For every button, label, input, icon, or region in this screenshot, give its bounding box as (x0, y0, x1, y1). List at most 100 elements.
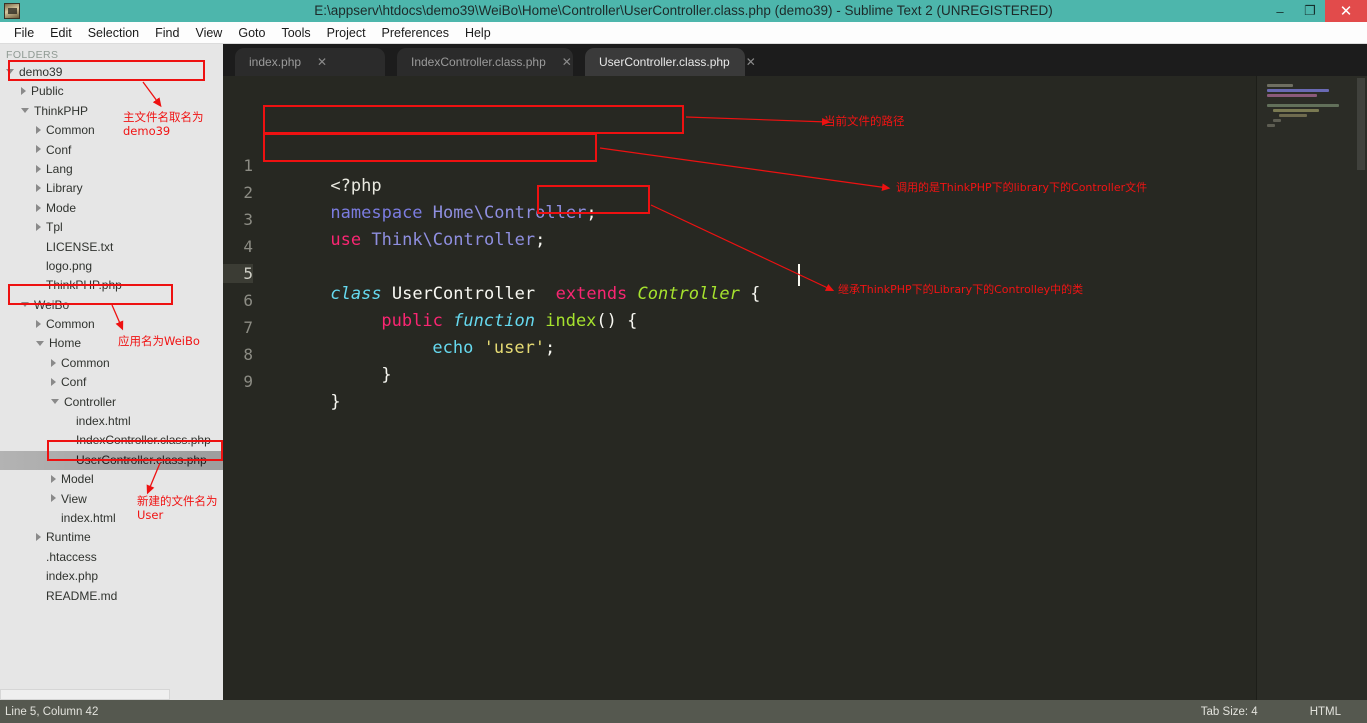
tree-item-label: demo39 (19, 65, 63, 79)
chevron-down-icon[interactable] (21, 302, 29, 308)
status-bar: Line 5, Column 42 Tab Size: 4 HTML (0, 700, 1367, 723)
tab-close-icon[interactable]: ✕ (317, 55, 327, 69)
chevron-down-icon[interactable] (51, 398, 59, 404)
tree-item-label: Common (61, 355, 110, 370)
line-number-4: 4 (243, 237, 253, 256)
tab-label: index.php (249, 55, 302, 69)
menu-file[interactable]: File (6, 24, 42, 42)
tree-item-label: Common (46, 317, 95, 332)
chevron-right-icon[interactable] (36, 319, 41, 328)
chevron-right-icon[interactable] (36, 203, 41, 212)
chevron-down-icon[interactable] (36, 340, 44, 346)
tree-item-runtime[interactable]: Runtime (0, 528, 223, 547)
tree-item-mode[interactable]: Mode (0, 199, 223, 218)
chevron-down-icon[interactable] (21, 108, 29, 114)
sidebar: FOLDERS demo39 Public ThinkPHP Common Conf La… (0, 44, 224, 700)
method-parens: () (596, 311, 617, 331)
chevron-right-icon[interactable] (51, 494, 56, 503)
tree-item-index-php[interactable]: index.php (0, 567, 223, 586)
tree-item-conf[interactable]: Conf (0, 373, 223, 392)
chevron-right-icon[interactable] (36, 126, 41, 134)
chevron-right-icon[interactable] (51, 378, 56, 387)
annotation-new-file-name: 新建的文件名为 User (137, 494, 218, 522)
tree-item-license-txt[interactable]: LICENSE.txt (0, 238, 223, 257)
line-number-1: 1 (243, 156, 253, 175)
tree-item-readme-md[interactable]: README.md (0, 587, 223, 606)
tab-IndexController-class-php[interactable]: IndexController.class.php ✕ (397, 48, 573, 76)
tab-bar: index.php ✕ IndexController.class.php ✕ User… (223, 44, 1367, 76)
tree-item-demo39[interactable]: demo39 (0, 63, 223, 82)
close-button[interactable]: ✕ (1325, 0, 1367, 22)
tree-item-logo-png[interactable]: logo.png (0, 257, 223, 276)
tree-item-label: index.html (76, 414, 131, 429)
tree-item-label: Public (31, 84, 64, 99)
tree-item-label: .htaccess (46, 549, 97, 564)
chevron-right-icon[interactable] (36, 164, 41, 173)
menu-view[interactable]: View (187, 24, 230, 42)
tree-item-label: Mode (46, 200, 77, 215)
chevron-down-icon[interactable] (6, 69, 14, 75)
menu-edit[interactable]: Edit (42, 24, 80, 42)
annotation-extends-class: 继承ThinkPHP下的Library下的Controlley中的类 (838, 283, 1084, 296)
tree-item-weibo[interactable]: WeiBo (0, 296, 223, 315)
chevron-right-icon[interactable] (36, 145, 41, 154)
chevron-right-icon[interactable] (36, 222, 41, 231)
minimap[interactable] (1256, 76, 1367, 700)
menu-selection[interactable]: Selection (80, 24, 147, 42)
window-controls: – ❐ ✕ (1265, 0, 1367, 22)
tree-item-label: LICENSE.txt (46, 239, 114, 254)
tree-item-conf[interactable]: Conf (0, 141, 223, 160)
tab-UserController-class-php[interactable]: UserController.class.php ✕ (585, 48, 756, 76)
use-path: Think\Controller (371, 230, 536, 250)
tree-item-indexcontroller-class-php[interactable]: IndexController.class.php (0, 431, 223, 450)
tree-item-label: index.html (61, 510, 116, 525)
tree-item-library[interactable]: Library (0, 179, 223, 198)
minimize-button[interactable]: – (1265, 0, 1295, 22)
tree-item-thinkphp-php[interactable]: ThinkPHP.php (0, 276, 223, 295)
parent-class-name: Controller (637, 284, 740, 304)
tree-item-common[interactable]: Common (0, 354, 223, 373)
code-editor[interactable]: 1 2 3 4 5 6 7 8 9 <?php namespace Home\C… (223, 76, 1367, 700)
chevron-right-icon[interactable] (51, 358, 56, 367)
line-number-9: 9 (243, 372, 253, 391)
tree-item-label: Runtime (46, 530, 91, 545)
tab-close-icon[interactable]: ✕ (746, 55, 756, 69)
menu-project[interactable]: Project (319, 24, 374, 42)
annotation-current-path: 当前文件的路径 (824, 114, 905, 128)
tab-size-indicator[interactable]: Tab Size: 4 (1175, 706, 1284, 718)
tab-index-php[interactable]: index.php ✕ (235, 48, 385, 76)
tree-item-label: View (61, 491, 87, 506)
echo-keyword: echo (432, 338, 474, 358)
menu-tools[interactable]: Tools (273, 24, 318, 42)
tree-item-htaccess[interactable]: .htaccess (0, 548, 223, 567)
tree-item-model[interactable]: Model (0, 470, 223, 489)
tree-item-lang[interactable]: Lang (0, 160, 223, 179)
chevron-right-icon[interactable] (51, 475, 56, 484)
string-literal: 'user' (483, 338, 546, 358)
syntax-indicator[interactable]: HTML (1284, 706, 1367, 718)
chevron-right-icon[interactable] (36, 533, 41, 542)
tree-item-usercontroller-class-php[interactable]: UserController.class.php (0, 450, 223, 471)
minimap-scrollbar[interactable] (1357, 78, 1365, 170)
sidebar-hscroll-thumb[interactable] (0, 689, 170, 700)
tab-label: UserController.class.php (599, 55, 730, 69)
tree-item-tpl[interactable]: Tpl (0, 218, 223, 237)
menu-preferences[interactable]: Preferences (374, 24, 457, 42)
menu-help[interactable]: Help (457, 24, 499, 42)
tree-item-index-html[interactable]: index.html (0, 412, 223, 431)
menu-find[interactable]: Find (147, 24, 187, 42)
maximize-button[interactable]: ❐ (1295, 0, 1325, 22)
chevron-right-icon[interactable] (36, 184, 41, 193)
menu-goto[interactable]: Goto (230, 24, 273, 42)
tab-close-icon[interactable]: ✕ (562, 55, 572, 69)
tab-label: IndexController.class.php (411, 55, 546, 69)
annotation-calls-controller: 调用的是ThinkPHP下的library下的Controller文件 (896, 181, 1148, 194)
tree-item-label: Lang (46, 161, 73, 176)
tree-item-label: Conf (46, 142, 72, 157)
chevron-right-icon[interactable] (21, 87, 26, 96)
semicolon-line3: ; (535, 230, 546, 250)
line-number-6: 6 (243, 291, 253, 310)
tree-item-public[interactable]: Public (0, 82, 223, 101)
tree-item-common[interactable]: Common (0, 315, 223, 334)
tree-item-controller[interactable]: Controller (0, 393, 223, 412)
